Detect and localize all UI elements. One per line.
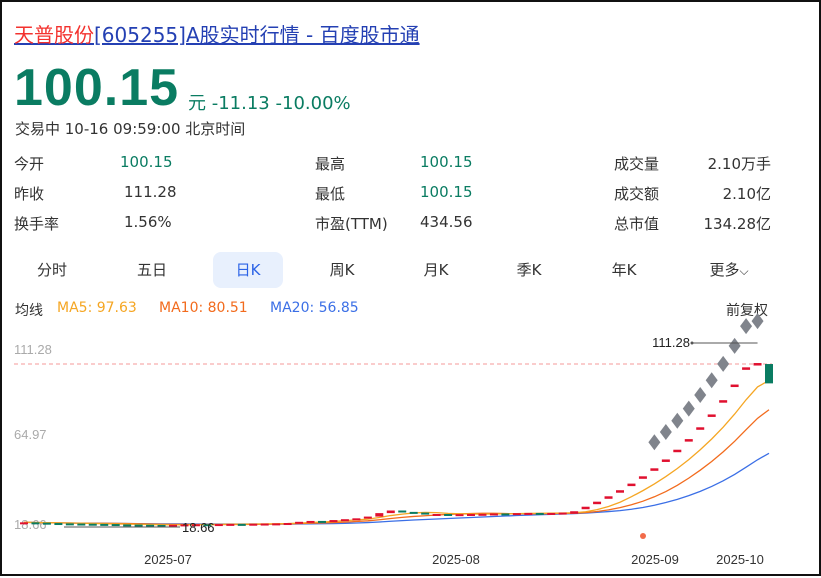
low-label: 18.66 — [182, 520, 215, 535]
candle — [295, 521, 304, 524]
candle — [272, 523, 281, 526]
candle — [42, 522, 51, 525]
candle — [146, 524, 155, 527]
candle — [444, 513, 453, 516]
candle — [88, 523, 97, 526]
candle — [226, 523, 235, 526]
marker-diamond-icon — [717, 355, 730, 372]
candle — [455, 514, 464, 517]
candle — [547, 512, 556, 515]
candle — [54, 523, 63, 526]
candle — [214, 524, 223, 527]
x-tick-label: 2025-10 — [716, 552, 764, 567]
candle — [707, 414, 716, 417]
candle — [65, 523, 74, 526]
candle — [558, 512, 567, 515]
candle — [730, 384, 739, 388]
candle — [512, 513, 521, 516]
candle — [570, 511, 579, 514]
candle — [100, 523, 109, 526]
x-tick-label: 2025-08 — [432, 552, 480, 567]
y-tick-label: 111.28 — [14, 342, 52, 357]
candle — [638, 476, 647, 479]
marker-diamond-icon — [694, 387, 707, 404]
y-tick-label: 64.97 — [14, 427, 47, 442]
candle — [696, 427, 705, 430]
ma10-line — [23, 409, 770, 526]
candle — [432, 513, 441, 516]
candle — [111, 524, 120, 527]
candle — [77, 523, 86, 526]
candle — [134, 524, 143, 527]
ma5-line — [23, 379, 770, 526]
x-tick-label: 2025-07 — [144, 552, 192, 567]
candle — [478, 513, 487, 516]
candle — [650, 468, 659, 471]
candle — [260, 523, 269, 526]
marker-diamond-icon — [728, 337, 741, 354]
high-pointer-dot — [690, 341, 694, 345]
candle — [604, 496, 613, 499]
candle — [719, 400, 728, 403]
candle — [306, 520, 315, 523]
candle — [329, 520, 338, 523]
ma20-line — [23, 452, 770, 525]
candle — [616, 490, 624, 493]
candle — [524, 512, 533, 515]
candle — [627, 483, 636, 487]
candle — [535, 512, 544, 515]
candle — [581, 506, 590, 510]
candle — [421, 512, 430, 515]
candle — [684, 439, 693, 442]
marker-diamond-icon — [659, 423, 672, 440]
candle — [386, 510, 395, 514]
candle — [593, 501, 602, 505]
candle — [753, 363, 762, 366]
candle — [169, 524, 177, 527]
kline-chart[interactable]: 111.28 64.97 18.66 2025-07 2025-08 2025-09 202… — [2, 2, 821, 578]
marker-diamond-icon — [648, 434, 661, 451]
high-label: 111.28 — [652, 335, 690, 350]
candle — [283, 523, 292, 526]
candle — [363, 516, 372, 519]
candle — [409, 511, 418, 514]
candle — [237, 523, 246, 526]
candle — [31, 522, 40, 525]
x-tick-label: 2025-09 — [631, 552, 679, 567]
candle — [249, 523, 258, 526]
candle — [123, 524, 132, 527]
candle — [765, 364, 773, 384]
marker-diamond-icon — [682, 400, 695, 417]
candle — [352, 518, 361, 521]
candle — [661, 459, 670, 462]
marker-diamond-icon — [740, 318, 753, 335]
y-tick-label: 18.66 — [14, 517, 47, 532]
candle — [673, 449, 682, 453]
event-dot-icon — [640, 533, 646, 539]
candle — [340, 519, 349, 522]
candle — [501, 513, 510, 516]
marker-diamond-icon — [671, 412, 684, 429]
marker-diamond-icon — [751, 313, 764, 330]
candle — [489, 513, 498, 516]
candle — [398, 510, 407, 513]
marker-diamond-icon — [705, 372, 718, 389]
candle — [467, 513, 475, 516]
candle — [20, 522, 28, 525]
candle — [318, 520, 326, 523]
candle — [375, 513, 384, 517]
candle — [742, 367, 751, 370]
